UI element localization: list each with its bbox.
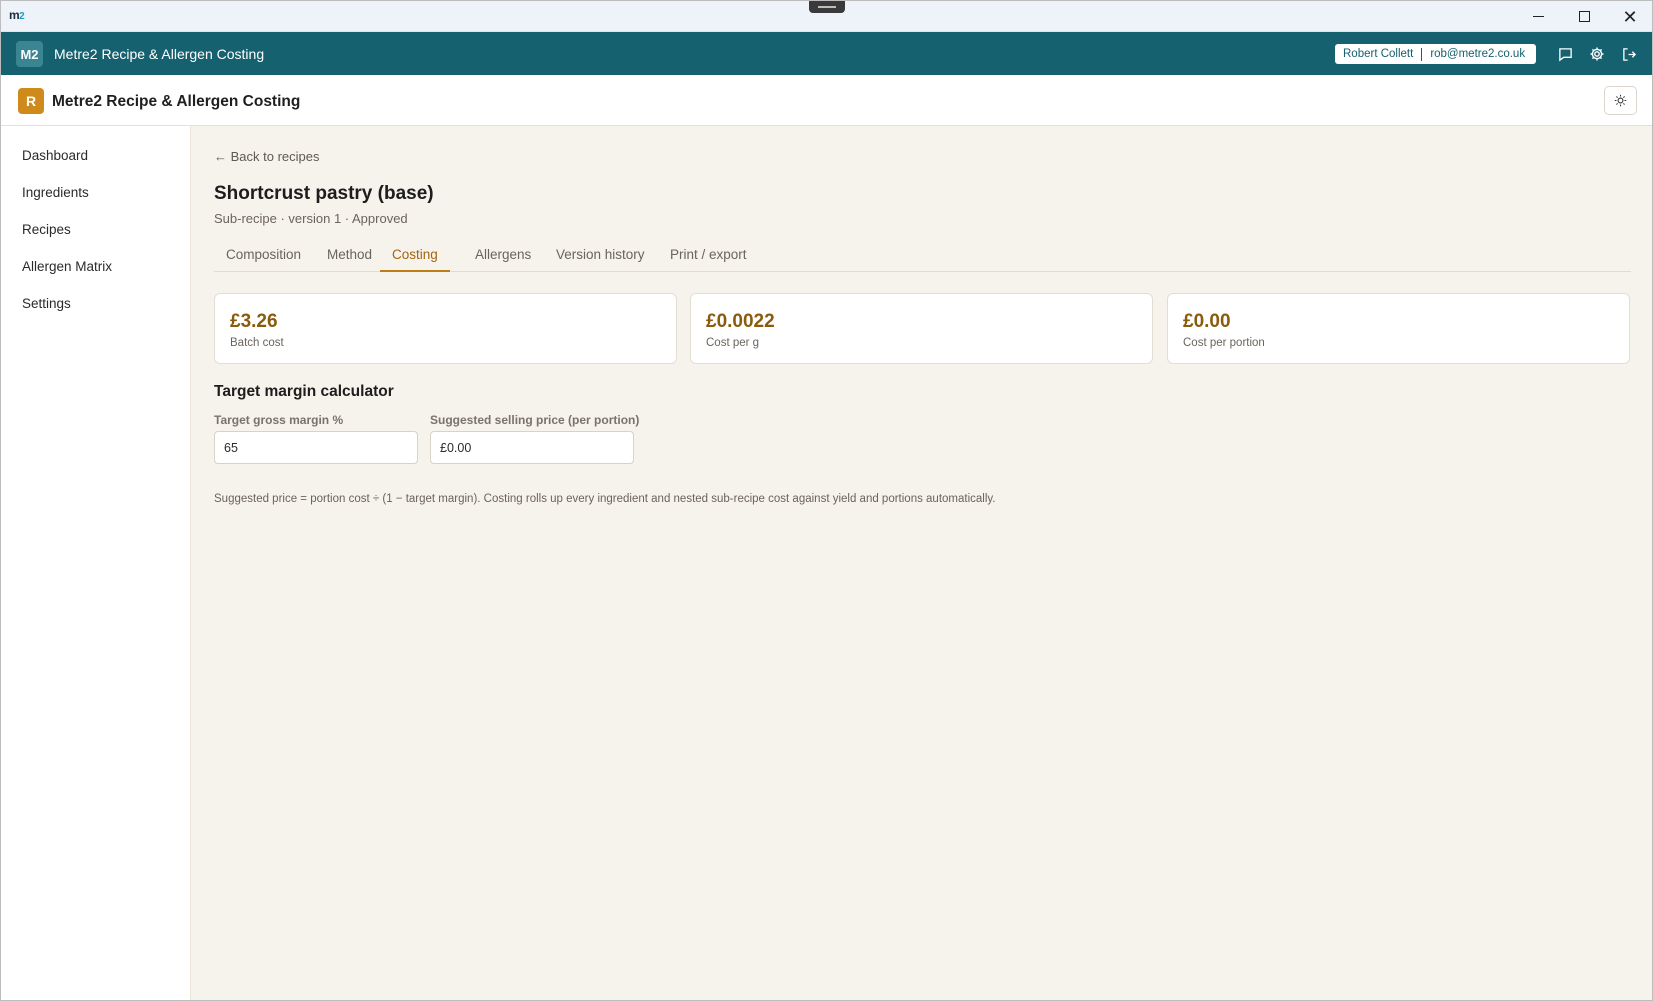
page-title: Shortcrust pastry (base) — [214, 183, 434, 204]
drag-handle[interactable] — [809, 1, 845, 13]
tab-composition[interactable]: Composition — [214, 238, 313, 272]
gear-icon[interactable] — [1586, 43, 1608, 65]
stat-label: Cost per portion — [1183, 337, 1265, 349]
sub-header: R Metre2 Recipe & Allergen Costing — [1, 75, 1652, 126]
os-titlebar: m2 ✕ — [1, 1, 1652, 32]
stat-value: £0.00 — [1183, 311, 1231, 332]
org-title: Metre2 Recipe & Allergen Costing — [52, 93, 301, 110]
margin-label: Target gross margin % — [214, 413, 344, 427]
minimize-icon — [1532, 16, 1544, 17]
main-content: ← Back to recipes Shortcrust pastry (bas… — [191, 126, 1652, 1000]
chat-icon[interactable] — [1554, 43, 1576, 65]
sidebar-item-allergen-matrix[interactable]: Allergen Matrix — [22, 259, 112, 274]
sidebar-item-recipes[interactable]: Recipes — [22, 222, 71, 237]
app-logo-icon: m2 — [9, 8, 25, 22]
stat-value: £3.26 — [230, 311, 278, 332]
stat-label: Cost per g — [706, 337, 760, 349]
sun-icon — [1614, 94, 1627, 107]
theme-toggle-button[interactable] — [1604, 86, 1637, 115]
price-label: Suggested selling price (per portion) — [430, 413, 640, 427]
stat-card-cost-per-g: £0.0022 Cost per g — [690, 293, 1153, 364]
tab-print-export[interactable]: Print / export — [658, 238, 759, 272]
suggested-price-input[interactable] — [430, 431, 634, 464]
app-header: M2 Metre2 Recipe & Allergen Costing Robe… — [1, 32, 1652, 75]
org-badge: R — [18, 88, 44, 114]
maximize-icon — [1578, 11, 1590, 22]
sidebar-item-settings[interactable]: Settings — [22, 296, 71, 311]
stat-value: £0.0022 — [706, 311, 775, 332]
tab-version-history[interactable]: Version history — [544, 238, 657, 272]
stat-card-cost-per-portion: £0.00 Cost per portion — [1167, 293, 1630, 364]
sidebar-item-ingredients[interactable]: Ingredients — [22, 185, 89, 200]
close-button[interactable]: ✕ — [1607, 1, 1652, 32]
logout-icon[interactable] — [1618, 43, 1640, 65]
user-email: rob@metre2.co.uk — [1430, 48, 1526, 60]
app-badge: M2 — [16, 41, 43, 67]
stat-card-batch-cost: £3.26 Batch cost — [214, 293, 677, 364]
user-pill[interactable]: Robert Collett rob@metre2.co.uk — [1335, 44, 1536, 64]
calculator-title: Target margin calculator — [214, 383, 394, 400]
page-subtitle: Sub-recipe · version 1 · Approved — [214, 211, 408, 226]
app-window: m2 ✕ M2 Metre2 Recipe & Allergen Costing… — [0, 0, 1653, 1001]
tab-bar: Composition Method Costing Allergens Ver… — [214, 238, 1631, 272]
sidebar: Dashboard Ingredients Recipes Allergen M… — [1, 126, 191, 1000]
close-icon: ✕ — [1622, 6, 1638, 27]
app-title: Metre2 Recipe & Allergen Costing — [54, 46, 265, 62]
stat-label: Batch cost — [230, 337, 284, 349]
maximize-button[interactable] — [1561, 1, 1607, 32]
sidebar-item-dashboard[interactable]: Dashboard — [22, 148, 88, 163]
margin-input[interactable] — [214, 431, 418, 464]
tab-costing[interactable]: Costing — [380, 238, 450, 272]
tab-method[interactable]: Method — [315, 238, 384, 272]
user-name: Robert Collett — [1335, 47, 1423, 61]
minimize-button[interactable] — [1515, 1, 1561, 32]
back-to-recipes-link[interactable]: ← Back to recipes — [214, 149, 320, 164]
tab-allergens[interactable]: Allergens — [463, 238, 543, 272]
costing-note: Suggested price = portion cost ÷ (1 − ta… — [214, 493, 996, 505]
